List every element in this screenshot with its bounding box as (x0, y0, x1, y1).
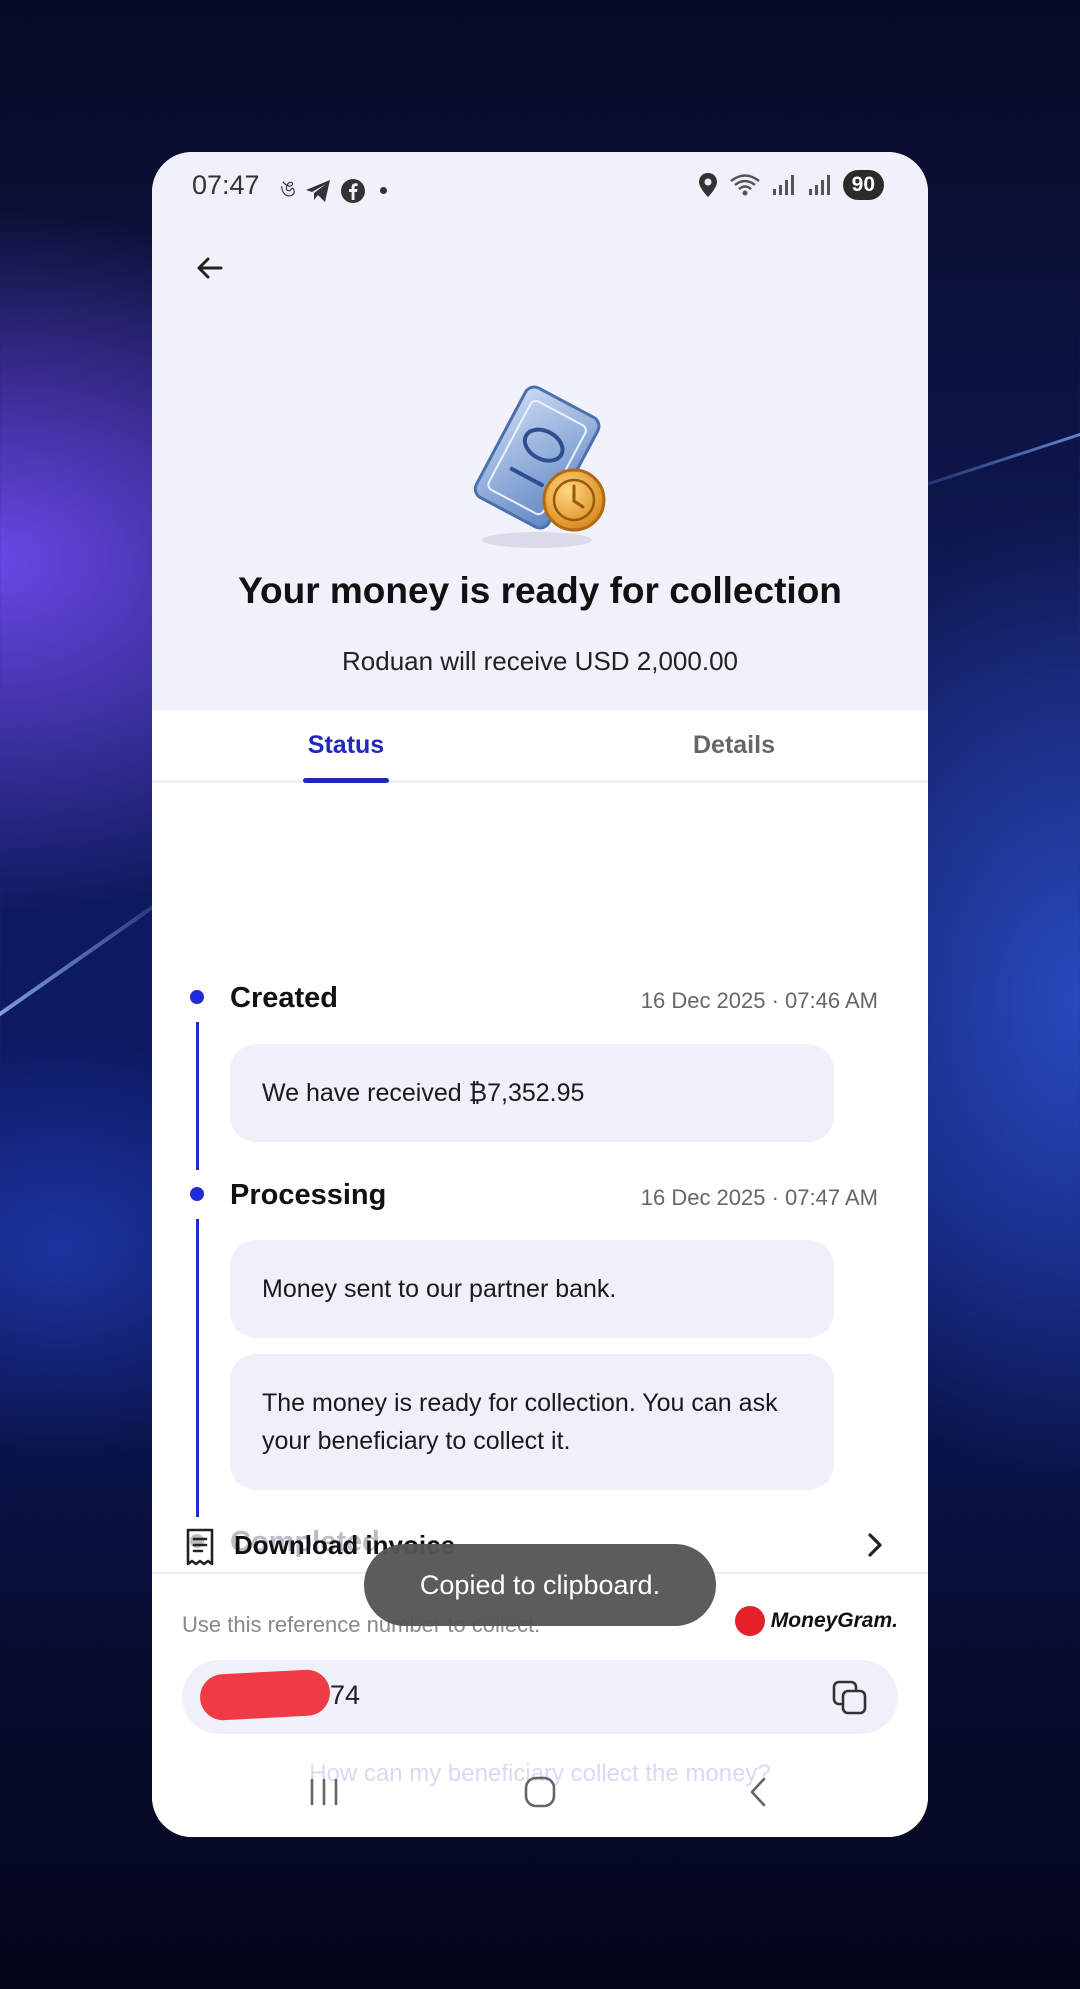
hero-section: 07:47 ঙ 90 Your money is ready for colle… (152, 152, 928, 710)
timeline-card: We have received ₿7,352.95 (230, 1044, 834, 1142)
arrow-left-icon (197, 257, 223, 279)
money-ticket-illustration (473, 385, 606, 548)
bengali-app-icon: ঙ (280, 176, 297, 201)
timeline-card: The money is ready for collection. You c… (230, 1354, 834, 1490)
home-button[interactable] (510, 1770, 570, 1814)
status-time: 07:47 (192, 170, 260, 200)
receipt-icon (186, 1528, 214, 1566)
chevron-right-icon (868, 1533, 882, 1557)
status-timeline: Created 16 Dec 2025 · 07:46 AM We have r… (152, 782, 928, 1582)
timeline-card: Money sent to our partner bank. (230, 1240, 834, 1338)
moneygram-brand: MoneyGram. (770, 1609, 898, 1632)
battery-indicator: 90 (842, 170, 884, 200)
telegram-icon (306, 179, 331, 202)
moneygram-logo: MoneyGram. (734, 1606, 898, 1636)
facebook-icon (341, 178, 366, 203)
card-text: We have received ₿7,352.95 (262, 1079, 585, 1107)
reference-number-visible: 74 (330, 1680, 361, 1710)
recent-apps-button[interactable] (294, 1770, 354, 1814)
timeline-dot-processing (190, 1187, 204, 1201)
more-notifications-dot (380, 187, 388, 194)
system-back-button[interactable] (728, 1770, 788, 1814)
moneygram-logo-icon (734, 1606, 765, 1636)
timeline-line (196, 1219, 199, 1517)
page-title: Your money is ready for collection (238, 570, 842, 611)
card-text: Money sent to our partner bank. (262, 1275, 617, 1303)
phone-screen: 07:47 ঙ 90 Your money is ready for colle… (152, 152, 928, 1837)
home-icon (524, 1776, 556, 1808)
signal-icon (772, 175, 794, 195)
timeline-dot-created (190, 990, 204, 1004)
location-icon (698, 173, 717, 197)
card-text: The money is ready for collection. You c… (262, 1389, 778, 1455)
tab-bar: Status Details (152, 710, 928, 783)
redaction-mark (198, 1668, 332, 1722)
step-title-created: Created (230, 982, 338, 1014)
step-title-processing: Processing (230, 1179, 387, 1211)
system-nav-bar (152, 1762, 928, 1822)
copy-icon[interactable] (830, 1678, 870, 1718)
back-button[interactable] (186, 244, 234, 292)
step-time-created: 16 Dec 2025 · 07:46 AM (640, 988, 878, 1013)
tab-details[interactable]: Details (540, 710, 928, 780)
timeline-line (196, 1022, 199, 1170)
signal-icon (808, 175, 830, 195)
recent-apps-icon (310, 1778, 338, 1806)
reference-number-field[interactable]: 74 (182, 1660, 898, 1734)
receive-amount-text: Roduan will receive USD 2,000.00 (342, 646, 738, 676)
notification-icons: ঙ (280, 172, 388, 209)
wifi-icon (729, 174, 760, 196)
tab-status[interactable]: Status (152, 710, 540, 780)
system-icons: 90 (697, 170, 884, 200)
status-bar: 07:47 ঙ 90 (152, 152, 928, 222)
step-time-processing: 16 Dec 2025 · 07:47 AM (640, 1185, 878, 1210)
chevron-left-icon (750, 1777, 766, 1807)
toast-message: Copied to clipboard. (364, 1544, 716, 1626)
